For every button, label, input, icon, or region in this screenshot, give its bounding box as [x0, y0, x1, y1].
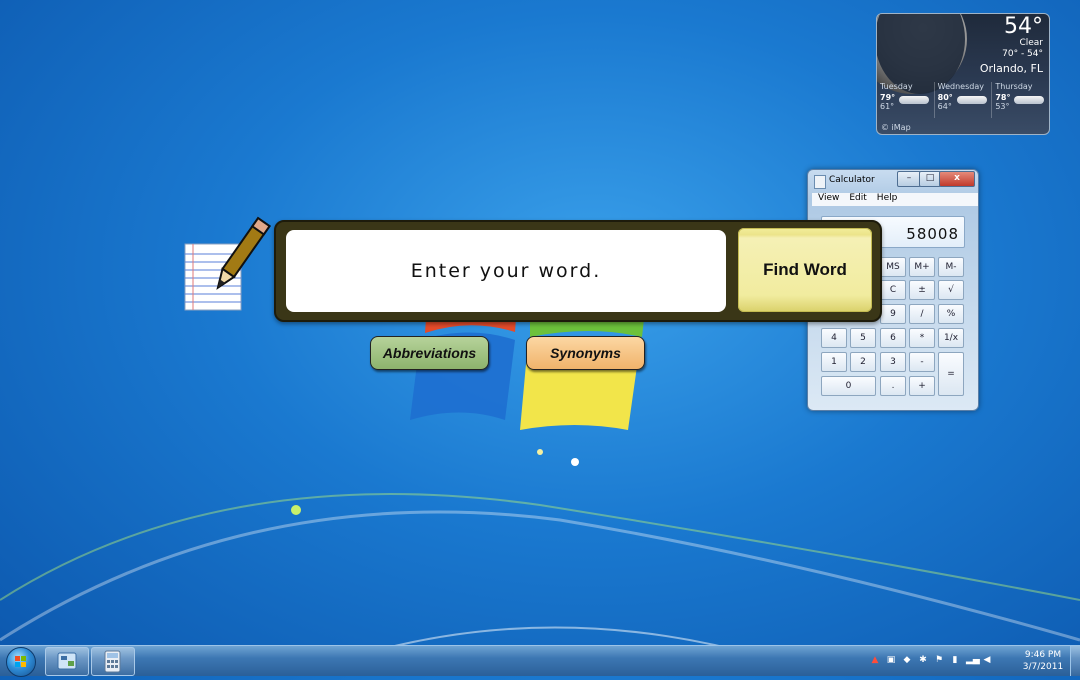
- clock-time: 9:46 PM: [1024, 650, 1062, 660]
- find-word-button[interactable]: Find Word: [738, 228, 872, 312]
- forecast-day-name: Wednesday: [937, 82, 984, 91]
- calculator-titlebar[interactable]: Calculator – □ x: [808, 170, 978, 192]
- weather-condition: Clear: [1019, 38, 1043, 48]
- word-finder-panel: Find Word: [274, 220, 882, 322]
- weather-temperature: 54°: [1004, 14, 1043, 39]
- signal-icon[interactable]: ▂▄: [966, 654, 980, 666]
- dropbox-icon[interactable]: ◆: [902, 654, 912, 666]
- key-percent[interactable]: %: [938, 304, 964, 324]
- forecast-day-name: Thursday: [995, 82, 1033, 91]
- cloudy-icon: [899, 96, 929, 104]
- weather-range: 70° - 54°: [1002, 49, 1043, 59]
- system-tray: ▲ ▣ ◆ ✱ ⚑ ▮ ▂▄ ◀: [870, 654, 992, 666]
- forecast-day: Wednesday 80° 64°: [935, 82, 993, 118]
- synonyms-button[interactable]: Synonyms: [526, 336, 645, 370]
- maximize-button[interactable]: □: [919, 171, 941, 187]
- key-divide[interactable]: /: [909, 304, 935, 324]
- volume-icon[interactable]: ◀: [982, 654, 992, 666]
- key-m-minus[interactable]: M-: [938, 257, 964, 277]
- clock-date: 3/7/2011: [1022, 662, 1064, 672]
- forecast-day: Tuesday 79° 61°: [877, 82, 935, 118]
- action-center-icon[interactable]: ⚑: [934, 654, 944, 666]
- windows-flag-icon: [15, 656, 26, 667]
- gadgets-icon: [57, 652, 77, 670]
- menu-help[interactable]: Help: [877, 193, 898, 206]
- abbreviations-button[interactable]: Abbreviations: [370, 336, 489, 370]
- start-button[interactable]: [6, 647, 36, 677]
- key-decimal[interactable]: .: [880, 376, 906, 396]
- menu-view[interactable]: View: [818, 193, 839, 206]
- network-drive-icon[interactable]: ▣: [886, 654, 896, 666]
- pdf-icon[interactable]: ▲: [870, 654, 880, 666]
- calculator-icon: [104, 650, 121, 673]
- key-1[interactable]: 1: [821, 352, 847, 372]
- battery-icon[interactable]: ▮: [950, 654, 960, 666]
- show-desktop-button[interactable]: [1070, 646, 1080, 676]
- calculator-display-value: 58008: [906, 225, 959, 243]
- cloudy-icon: [956, 96, 987, 104]
- key-sqrt[interactable]: √: [938, 280, 964, 300]
- storm-icon: [1014, 96, 1045, 104]
- forecast-day: Thursday 78° 53°: [992, 82, 1049, 118]
- key-2[interactable]: 2: [850, 352, 876, 372]
- key-clear[interactable]: C: [880, 280, 906, 300]
- key-plus-minus[interactable]: ±: [909, 280, 935, 300]
- weather-location: Orlando, FL: [979, 62, 1043, 75]
- weather-forecast: Tuesday 79° 61° Wednesday 80° 64° Thursd…: [877, 82, 1049, 118]
- key-ms[interactable]: MS: [880, 257, 906, 277]
- word-input[interactable]: [286, 230, 726, 312]
- key-multiply[interactable]: *: [909, 328, 935, 348]
- key-4[interactable]: 4: [821, 328, 847, 348]
- notepad-pencil-icon: [184, 216, 271, 311]
- calculator-icon: [814, 175, 826, 189]
- bluetooth-icon[interactable]: ✱: [918, 654, 928, 666]
- key-0[interactable]: 0: [821, 376, 876, 396]
- weather-credit: © iMap: [881, 123, 911, 132]
- key-m-plus[interactable]: M+: [909, 257, 935, 277]
- key-equals[interactable]: =: [938, 352, 964, 396]
- taskbar-app-gadgets[interactable]: [45, 647, 89, 676]
- key-reciprocal[interactable]: 1/x: [938, 328, 964, 348]
- calculator-menubar: View Edit Help: [812, 193, 978, 206]
- key-plus[interactable]: +: [909, 376, 935, 396]
- key-minus[interactable]: -: [909, 352, 935, 372]
- forecast-day-name: Tuesday: [880, 82, 913, 91]
- key-6[interactable]: 6: [880, 328, 906, 348]
- taskbar-app-calculator[interactable]: [91, 647, 135, 676]
- calculator-title: Calculator: [829, 175, 875, 185]
- close-button[interactable]: x: [939, 171, 975, 187]
- key-9[interactable]: 9: [880, 304, 906, 324]
- taskbar-clock[interactable]: 9:46 PM 3/7/2011: [1018, 649, 1068, 673]
- taskbar: ▲ ▣ ◆ ✱ ⚑ ▮ ▂▄ ◀ 9:46 PM 3/7/2011: [0, 645, 1080, 677]
- key-3[interactable]: 3: [880, 352, 906, 372]
- weather-gadget[interactable]: 54° Clear 70° - 54° Orlando, FL Tuesday …: [876, 13, 1050, 135]
- minimize-button[interactable]: –: [897, 171, 921, 187]
- menu-edit[interactable]: Edit: [849, 193, 866, 206]
- key-5[interactable]: 5: [850, 328, 876, 348]
